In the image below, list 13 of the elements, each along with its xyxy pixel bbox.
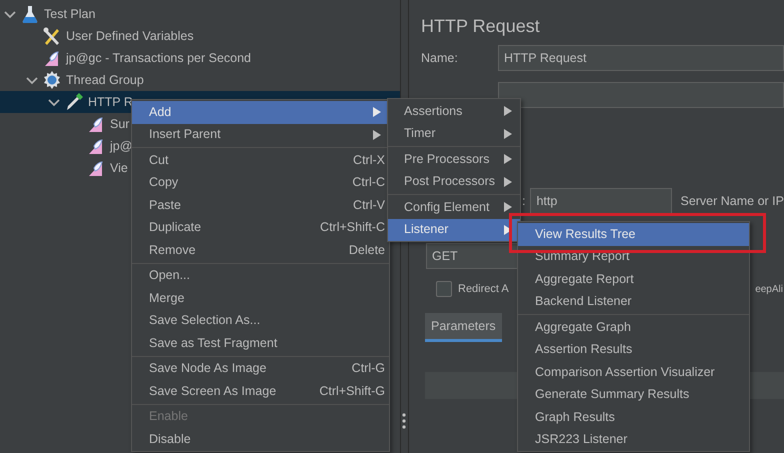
tree-label: User Defined Variables [66,28,194,45]
tree-label: Sur [110,116,130,133]
tree-label: jp@ [110,138,132,155]
tree-label: Test Plan [44,6,96,23]
field-label: : [522,192,526,210]
checkbox-label: Redirect A [458,282,509,297]
panel-title: HTTP Request [421,15,541,37]
tree-label: Vie [110,160,128,177]
field-label: Server Name or IP [680,192,784,210]
field-label: Name: [421,50,459,67]
tree-label: Thread Group [66,72,144,89]
checkbox-label: eepAli [755,282,783,297]
tree-label: jp@gc - Transactions per Second [66,50,252,67]
